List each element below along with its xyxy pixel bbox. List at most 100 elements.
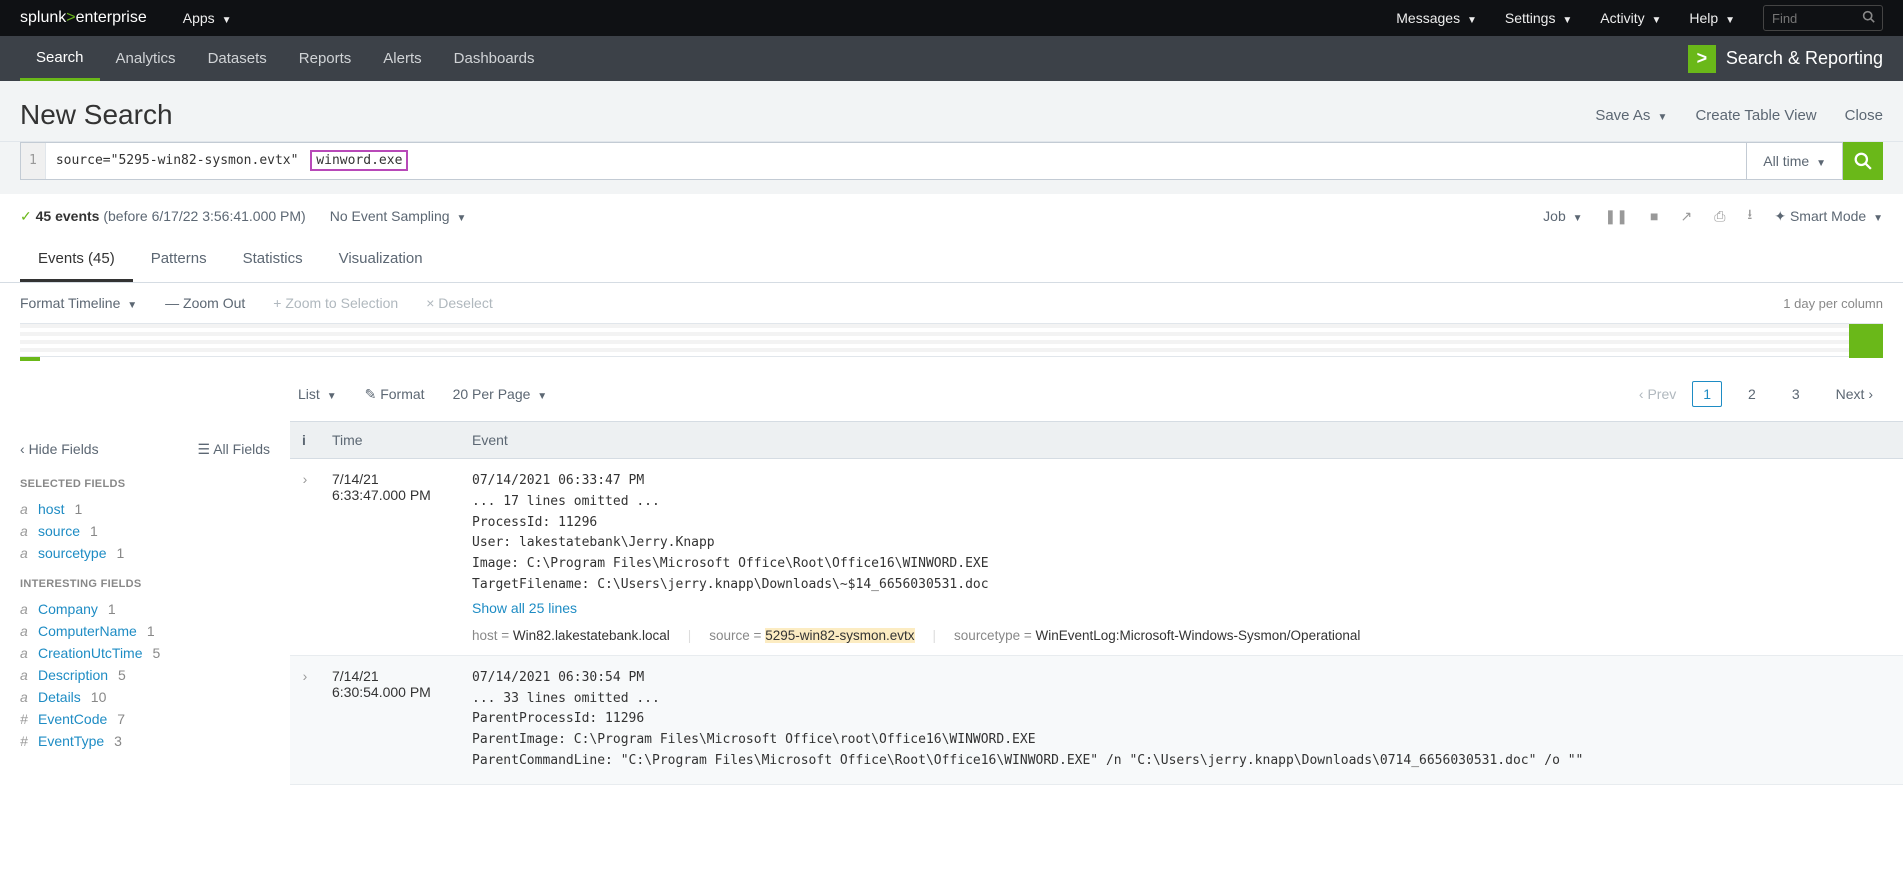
format-timeline-button[interactable]: Format Timeline ▼: [20, 295, 137, 311]
field-type-icon: a: [20, 523, 32, 539]
per-page-dropdown[interactable]: 20 Per Page ▼: [453, 386, 548, 402]
zoom-out-button[interactable]: — Zoom Out: [165, 295, 245, 311]
status-check-icon: ✓ 45 events (before 6/17/22 3:56:41.000 …: [20, 208, 306, 225]
page-2[interactable]: 2: [1738, 382, 1766, 406]
format-button[interactable]: ✎ Format: [365, 386, 425, 403]
expand-icon[interactable]: ›: [290, 655, 320, 784]
field-description[interactable]: aDescription5: [20, 664, 270, 686]
nav-reports[interactable]: Reports: [283, 36, 368, 81]
nav-dashboards[interactable]: Dashboards: [438, 36, 551, 81]
search-input[interactable]: source="5295-win82-sysmon.evtx" winword.…: [46, 143, 1746, 179]
field-eventcode[interactable]: #EventCode7: [20, 708, 270, 730]
tab-patterns[interactable]: Patterns: [133, 238, 225, 282]
tab-events[interactable]: Events (45): [20, 238, 133, 282]
event-raw[interactable]: 07/14/2021 06:33:47 PM ... 17 lines omit…: [472, 471, 1891, 596]
smart-mode-dropdown[interactable]: ✦ Smart Mode ▼: [1774, 208, 1883, 225]
show-all-lines-link[interactable]: Show all 25 lines: [472, 600, 577, 616]
help-menu[interactable]: Help ▼: [1689, 10, 1735, 26]
col-time[interactable]: Time: [320, 422, 460, 459]
field-details[interactable]: aDetails10: [20, 686, 270, 708]
app-icon: >: [1688, 45, 1716, 73]
field-count: 5: [153, 645, 161, 661]
field-name[interactable]: Description: [38, 667, 108, 683]
field-computername[interactable]: aComputerName1: [20, 620, 270, 642]
close-button[interactable]: Close: [1845, 107, 1883, 124]
field-count: 3: [114, 733, 122, 749]
all-fields-button[interactable]: ☰ All Fields: [198, 441, 270, 458]
messages-menu[interactable]: Messages ▼: [1396, 10, 1477, 26]
field-name[interactable]: host: [38, 501, 64, 517]
timeline-bar[interactable]: [1849, 324, 1883, 358]
activity-menu[interactable]: Activity ▼: [1600, 10, 1661, 26]
nav-alerts[interactable]: Alerts: [367, 36, 437, 81]
col-event[interactable]: Event: [460, 422, 1903, 459]
page-1[interactable]: 1: [1692, 381, 1722, 407]
tab-statistics[interactable]: Statistics: [225, 238, 321, 282]
field-type-icon: a: [20, 645, 32, 661]
search-line-number: 1: [21, 143, 46, 179]
search-button[interactable]: [1843, 142, 1883, 180]
field-creationutctime[interactable]: a CreationUtcTime 5: [20, 642, 270, 664]
timeline-scale-label: 1 day per column: [1783, 296, 1883, 311]
col-expand: i: [290, 422, 320, 459]
field-count: 1: [108, 601, 116, 617]
field-type-icon: #: [20, 711, 32, 727]
create-table-view-button[interactable]: Create Table View: [1695, 107, 1816, 124]
field-name[interactable]: Details: [38, 689, 81, 705]
event-raw[interactable]: 07/14/2021 06:30:54 PM ... 33 lines omit…: [472, 668, 1891, 772]
field-name[interactable]: Company: [38, 601, 98, 617]
event-sampling-dropdown[interactable]: No Event Sampling ▼: [330, 208, 467, 224]
page-title: New Search: [20, 99, 173, 131]
field-type-icon: a: [20, 667, 32, 683]
field-name[interactable]: EventType: [38, 733, 104, 749]
job-menu[interactable]: Job ▼: [1543, 208, 1582, 224]
tab-visualization[interactable]: Visualization: [321, 238, 441, 282]
field-eventtype[interactable]: # EventType 3: [20, 730, 270, 752]
timeline-visualization[interactable]: [20, 323, 1883, 357]
field-type-icon: a: [20, 501, 32, 517]
splunk-logo[interactable]: splunk>enterprise: [20, 9, 147, 27]
field-type-icon: a: [20, 601, 32, 617]
field-type-icon: a: [20, 689, 32, 705]
search-icon: [1862, 10, 1875, 26]
find-box[interactable]: [1763, 5, 1883, 31]
event-time: 7/14/21 6:33:47.000 PM: [320, 459, 460, 656]
field-name[interactable]: sourcetype: [38, 545, 106, 561]
search-icon: [1854, 152, 1872, 170]
field-name[interactable]: CreationUtcTime: [38, 645, 143, 661]
field-count: 1: [116, 545, 124, 561]
share-icon[interactable]: ↗: [1680, 208, 1692, 225]
nav-analytics[interactable]: Analytics: [100, 36, 192, 81]
settings-menu[interactable]: Settings ▼: [1505, 10, 1572, 26]
print-icon[interactable]: ⎙: [1714, 208, 1725, 225]
table-row: › 7/14/21 6:33:47.000 PM 07/14/2021 06:3…: [290, 459, 1903, 656]
nav-search[interactable]: Search: [20, 36, 100, 81]
apps-menu[interactable]: Apps ▼: [183, 10, 232, 26]
expand-icon[interactable]: ›: [290, 459, 320, 656]
field-name[interactable]: source: [38, 523, 80, 539]
list-view-dropdown[interactable]: List ▼: [298, 386, 337, 402]
field-name[interactable]: EventCode: [38, 711, 107, 727]
stop-icon[interactable]: ■: [1650, 208, 1658, 224]
export-icon[interactable]: ⭳: [1747, 204, 1752, 228]
field-source[interactable]: asource 1: [20, 520, 270, 542]
interesting-fields-heading: INTERESTING FIELDS: [20, 578, 270, 590]
zoom-to-selection-button: + Zoom to Selection: [273, 295, 398, 311]
field-host[interactable]: ahost1: [20, 498, 270, 520]
pause-icon[interactable]: ❚❚: [1605, 208, 1628, 225]
next-page-button[interactable]: Next ›: [1826, 382, 1883, 406]
field-name[interactable]: ComputerName: [38, 623, 137, 639]
page-3[interactable]: 3: [1782, 382, 1810, 406]
timeline-bar[interactable]: [20, 357, 40, 361]
nav-datasets[interactable]: Datasets: [192, 36, 283, 81]
save-as-button[interactable]: Save As ▼: [1595, 107, 1667, 124]
hide-fields-button[interactable]: ‹ Hide Fields: [20, 441, 99, 458]
find-input[interactable]: [1772, 11, 1862, 26]
field-count: 1: [90, 523, 98, 539]
event-time: 7/14/21 6:30:54.000 PM: [320, 655, 460, 784]
field-company[interactable]: a Company 1: [20, 598, 270, 620]
field-sourcetype[interactable]: asourcetype1: [20, 542, 270, 564]
field-type-icon: #: [20, 733, 32, 749]
search-input-wrap[interactable]: 1 source="5295-win82-sysmon.evtx" winwor…: [20, 142, 1747, 180]
time-range-picker[interactable]: All time ▼: [1747, 142, 1843, 180]
